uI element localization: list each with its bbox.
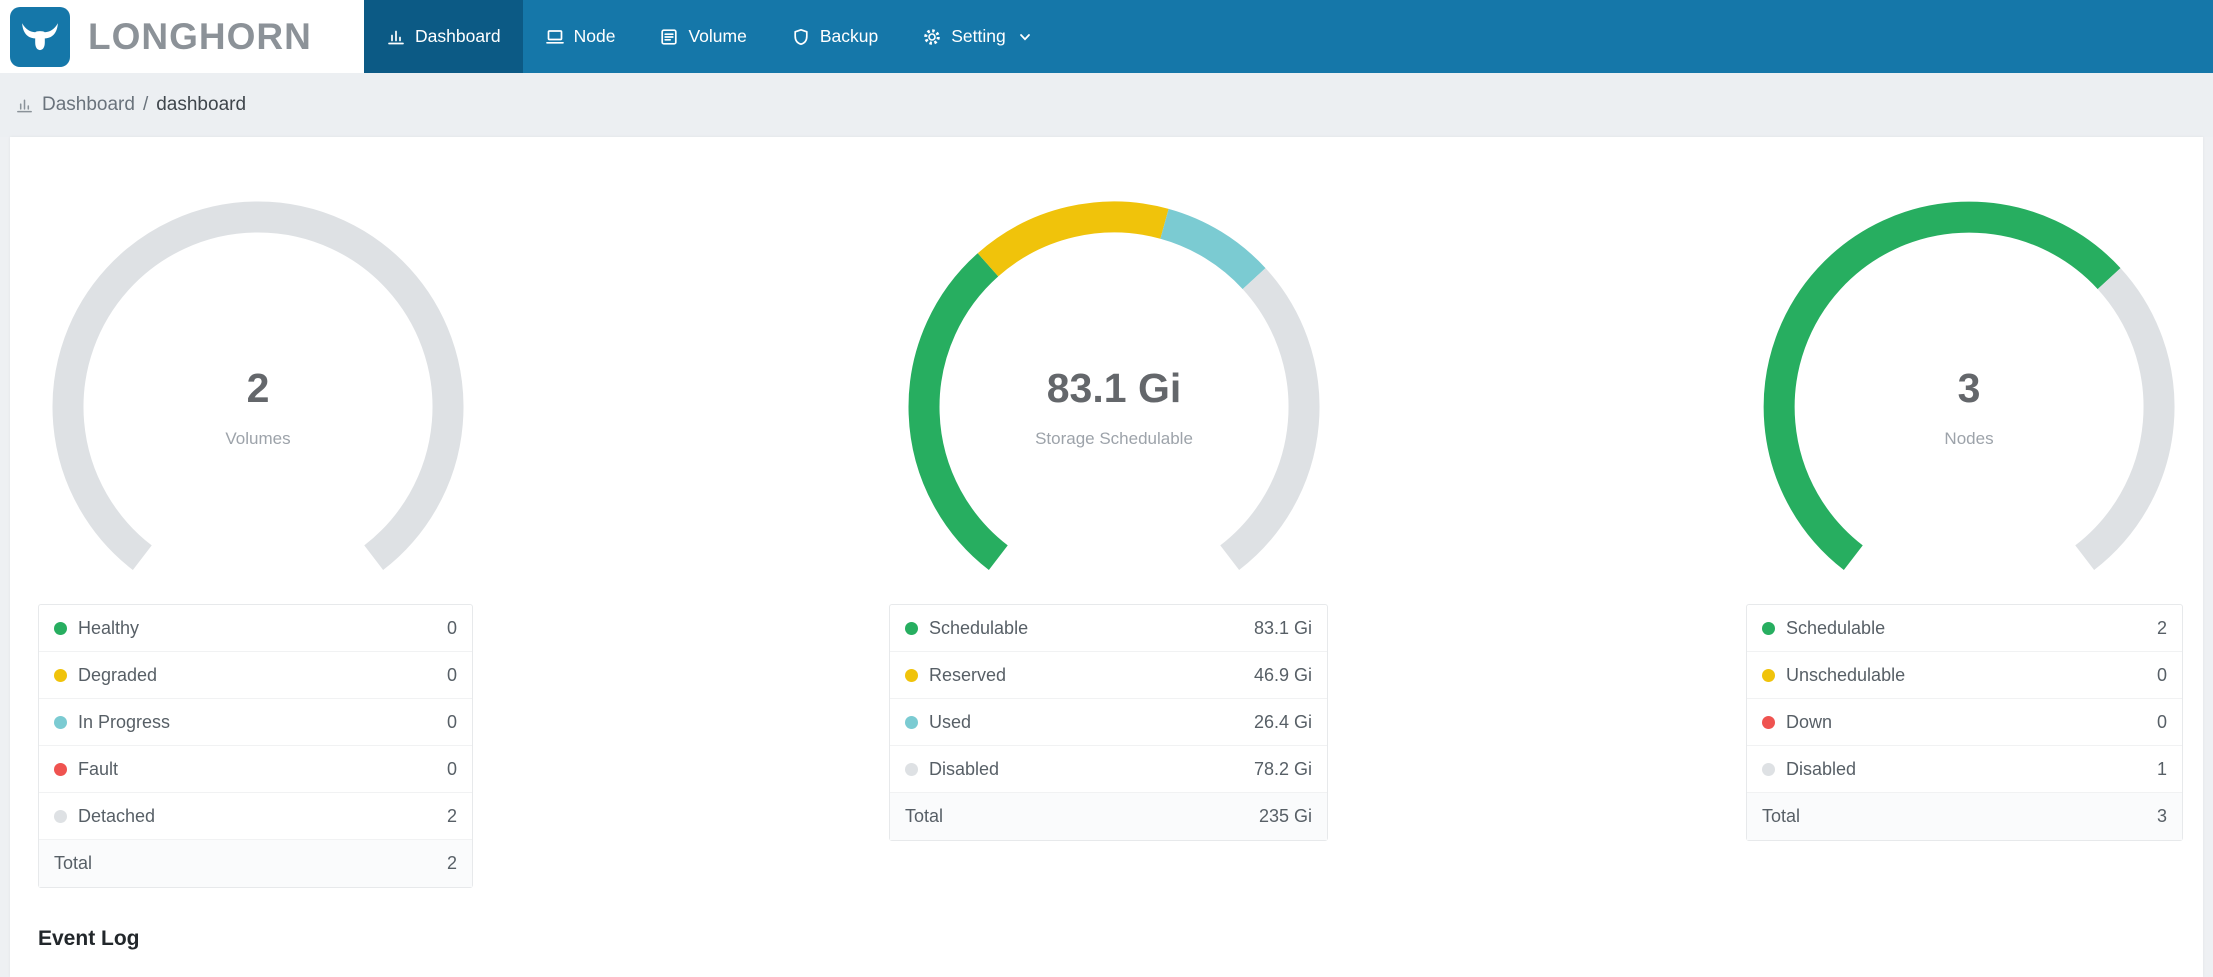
nav-backup-label: Backup bbox=[819, 26, 879, 46]
legend-label: Fault bbox=[78, 758, 119, 779]
legend-label: Disabled bbox=[929, 758, 1000, 779]
nav-setting[interactable]: Setting bbox=[900, 0, 1053, 73]
nav-dashboard[interactable]: Dashboard bbox=[364, 0, 523, 73]
legend-value: 0 bbox=[446, 664, 457, 685]
legend-total-value: 235 Gi bbox=[1258, 806, 1312, 826]
backup-icon bbox=[791, 27, 811, 47]
volumes-gauge: 2 Volumes bbox=[48, 197, 468, 617]
chart-icon bbox=[15, 96, 34, 115]
brand-name: LONGHORN bbox=[88, 15, 312, 57]
breadcrumb: Dashboard / dashboard bbox=[0, 73, 2213, 137]
nav-backup[interactable]: Backup bbox=[769, 0, 900, 73]
legend-row-reserved: Reserved 46.9 Gi bbox=[890, 652, 1327, 699]
legend-value: 26.4 Gi bbox=[1253, 711, 1312, 732]
status-dot bbox=[1762, 762, 1775, 776]
status-dot bbox=[905, 762, 918, 776]
legend-label: Healthy bbox=[78, 617, 140, 638]
legend-total-label: Total bbox=[1762, 806, 1801, 826]
legend-value: 0 bbox=[446, 758, 457, 779]
legend-value: 46.9 Gi bbox=[1253, 664, 1312, 685]
nav-node-label: Node bbox=[573, 26, 616, 46]
top-navbar: LONGHORN Dashboard Node Volume Backup Se… bbox=[0, 0, 2213, 73]
logo[interactable]: LONGHORN bbox=[0, 0, 364, 73]
legend-row-disabled: Disabled 1 bbox=[1747, 746, 2182, 793]
legend-label: Detached bbox=[78, 805, 156, 826]
status-dot bbox=[905, 621, 918, 635]
legend-label: Down bbox=[1786, 711, 1833, 732]
legend-row-down: Down 0 bbox=[1747, 699, 2182, 746]
nav-dashboard-label: Dashboard bbox=[415, 26, 501, 46]
legend-row-healthy: Healthy 0 bbox=[39, 605, 472, 652]
status-dot bbox=[905, 715, 918, 729]
legend-total-label: Total bbox=[905, 806, 944, 826]
legend-total-value: 2 bbox=[446, 853, 457, 873]
status-dot bbox=[54, 715, 67, 729]
legend-label: Disabled bbox=[1786, 758, 1857, 779]
breadcrumb-current: dashboard bbox=[156, 94, 247, 115]
nodes-legend: Schedulable 2 Unschedulable 0 Down 0 Dis… bbox=[1746, 604, 2183, 841]
legend-label: Reserved bbox=[929, 664, 1007, 685]
dashboard-icon bbox=[386, 27, 406, 47]
setting-icon bbox=[922, 27, 942, 47]
legend-row-degraded: Degraded 0 bbox=[39, 652, 472, 699]
legend-label: Degraded bbox=[78, 664, 158, 685]
legend-label: Schedulable bbox=[1786, 617, 1886, 638]
volume-icon bbox=[659, 27, 679, 47]
legend-row-inprogress: In Progress 0 bbox=[39, 699, 472, 746]
legend-row-detached: Detached 2 bbox=[39, 793, 472, 840]
legend-value: 0 bbox=[2156, 711, 2167, 732]
legend-row-unschedulable: Unschedulable 0 bbox=[1747, 652, 2182, 699]
legend-value: 1 bbox=[2156, 758, 2167, 779]
legend-total-label: Total bbox=[54, 853, 93, 873]
legend-value: 0 bbox=[446, 711, 457, 732]
legend-value: 83.1 Gi bbox=[1253, 617, 1312, 638]
legend-label: Used bbox=[929, 711, 972, 732]
nav-setting-label: Setting bbox=[951, 26, 1006, 46]
legend-row-schedulable: Schedulable 2 bbox=[1747, 605, 2182, 652]
legend-row-schedulable: Schedulable 83.1 Gi bbox=[890, 605, 1327, 652]
chevron-down-icon bbox=[1018, 30, 1032, 44]
status-dot bbox=[54, 809, 67, 823]
status-dot bbox=[905, 668, 918, 682]
legend-row-disabled: Disabled 78.2 Gi bbox=[890, 746, 1327, 793]
status-dot bbox=[1762, 715, 1775, 729]
nav-volume-label: Volume bbox=[688, 26, 747, 46]
legend-total-row: Total 2 bbox=[39, 840, 472, 887]
legend-total-value: 3 bbox=[2156, 806, 2167, 826]
legend-value: 0 bbox=[446, 617, 457, 638]
legend-total-row: Total 3 bbox=[1747, 793, 2182, 840]
status-dot bbox=[54, 621, 67, 635]
legend-label: Schedulable bbox=[929, 617, 1029, 638]
nodes-gauge: 3 Nodes bbox=[1759, 197, 2179, 617]
status-dot bbox=[1762, 668, 1775, 682]
nav-volume[interactable]: Volume bbox=[637, 0, 768, 73]
node-icon bbox=[545, 27, 565, 47]
dashboard-card: 2 Volumes 83.1 Gi Storage Schedulable 3 … bbox=[10, 137, 2203, 977]
event-log-title: Event Log bbox=[38, 927, 140, 950]
status-dot bbox=[54, 762, 67, 776]
volumes-legend: Healthy 0 Degraded 0 In Progress 0 Fault… bbox=[38, 604, 473, 888]
main-nav: Dashboard Node Volume Backup Setting bbox=[364, 0, 1054, 73]
legend-value: 2 bbox=[2156, 617, 2167, 638]
breadcrumb-separator: / bbox=[142, 94, 149, 115]
legend-row-used: Used 26.4 Gi bbox=[890, 699, 1327, 746]
status-dot bbox=[54, 668, 67, 682]
breadcrumb-root[interactable]: Dashboard bbox=[42, 94, 135, 116]
longhorn-bull-icon bbox=[10, 6, 70, 67]
nav-node[interactable]: Node bbox=[523, 0, 638, 73]
legend-value: 2 bbox=[446, 805, 457, 826]
legend-total-row: Total 235 Gi bbox=[890, 793, 1327, 840]
legend-row-fault: Fault 0 bbox=[39, 746, 472, 793]
legend-value: 78.2 Gi bbox=[1253, 758, 1312, 779]
legend-label: Unschedulable bbox=[1786, 664, 1906, 685]
legend-value: 0 bbox=[2156, 664, 2167, 685]
status-dot bbox=[1762, 621, 1775, 635]
storage-legend: Schedulable 83.1 Gi Reserved 46.9 Gi Use… bbox=[889, 604, 1328, 841]
storage-gauge: 83.1 Gi Storage Schedulable bbox=[904, 197, 1324, 617]
legend-label: In Progress bbox=[78, 711, 171, 732]
